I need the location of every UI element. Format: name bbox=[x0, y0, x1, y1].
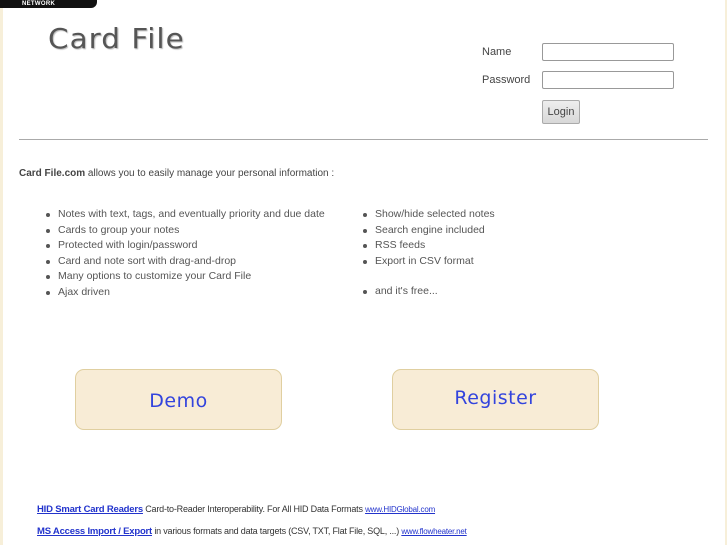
ad-text: Card-to-Reader Interoperability. For All… bbox=[142, 504, 366, 514]
ad-url-link[interactable]: www.HIDGlobal.com bbox=[365, 505, 435, 514]
demo-button[interactable]: Demo bbox=[75, 369, 282, 430]
ad-title-link[interactable]: HID Smart Card Readers bbox=[37, 504, 143, 515]
ad-line: MS Access Import / Export in various for… bbox=[37, 526, 467, 537]
feature-item: RSS feeds bbox=[361, 238, 561, 254]
left-edge-strip bbox=[0, 8, 3, 545]
feature-item: Export in CSV format bbox=[361, 254, 561, 270]
feature-item: Ajax driven bbox=[44, 285, 329, 301]
feature-item: Many options to customize your Card File bbox=[44, 269, 329, 285]
feature-item: Show/hide selected notes bbox=[361, 207, 561, 223]
feature-list-right: Show/hide selected notes Search engine i… bbox=[361, 207, 561, 300]
feature-item-free: and it's free... bbox=[361, 284, 561, 300]
ad-url-link[interactable]: www.flowheater.net bbox=[401, 527, 467, 536]
password-input[interactable] bbox=[542, 71, 674, 89]
network-tab[interactable]: NETWORK bbox=[0, 0, 97, 8]
intro-description: allows you to easily manage your persona… bbox=[85, 168, 335, 179]
header-divider bbox=[19, 139, 708, 140]
feature-list-left: Notes with text, tags, and eventually pr… bbox=[44, 207, 329, 300]
site-name: Card File.com bbox=[19, 168, 86, 179]
login-button[interactable]: Login bbox=[542, 100, 580, 124]
ad-title-link[interactable]: MS Access Import / Export bbox=[37, 526, 152, 537]
register-button[interactable]: Register bbox=[392, 369, 599, 430]
name-label: Name bbox=[482, 46, 512, 58]
feature-item: Search engine included bbox=[361, 223, 561, 239]
ad-text: in various formats and data targets (CSV… bbox=[152, 526, 402, 536]
feature-item: Cards to group your notes bbox=[44, 223, 329, 239]
site-logo[interactable]: Card File bbox=[48, 22, 185, 55]
ad-line: HID Smart Card Readers Card-to-Reader In… bbox=[37, 504, 435, 515]
password-label: Password bbox=[482, 74, 531, 86]
feature-item: Notes with text, tags, and eventually pr… bbox=[44, 207, 329, 223]
name-input[interactable] bbox=[542, 43, 674, 61]
feature-item: Card and note sort with drag-and-drop bbox=[44, 254, 329, 270]
intro-text: Card File.com allows you to easily manag… bbox=[19, 168, 334, 179]
feature-item: Protected with login/password bbox=[44, 238, 329, 254]
